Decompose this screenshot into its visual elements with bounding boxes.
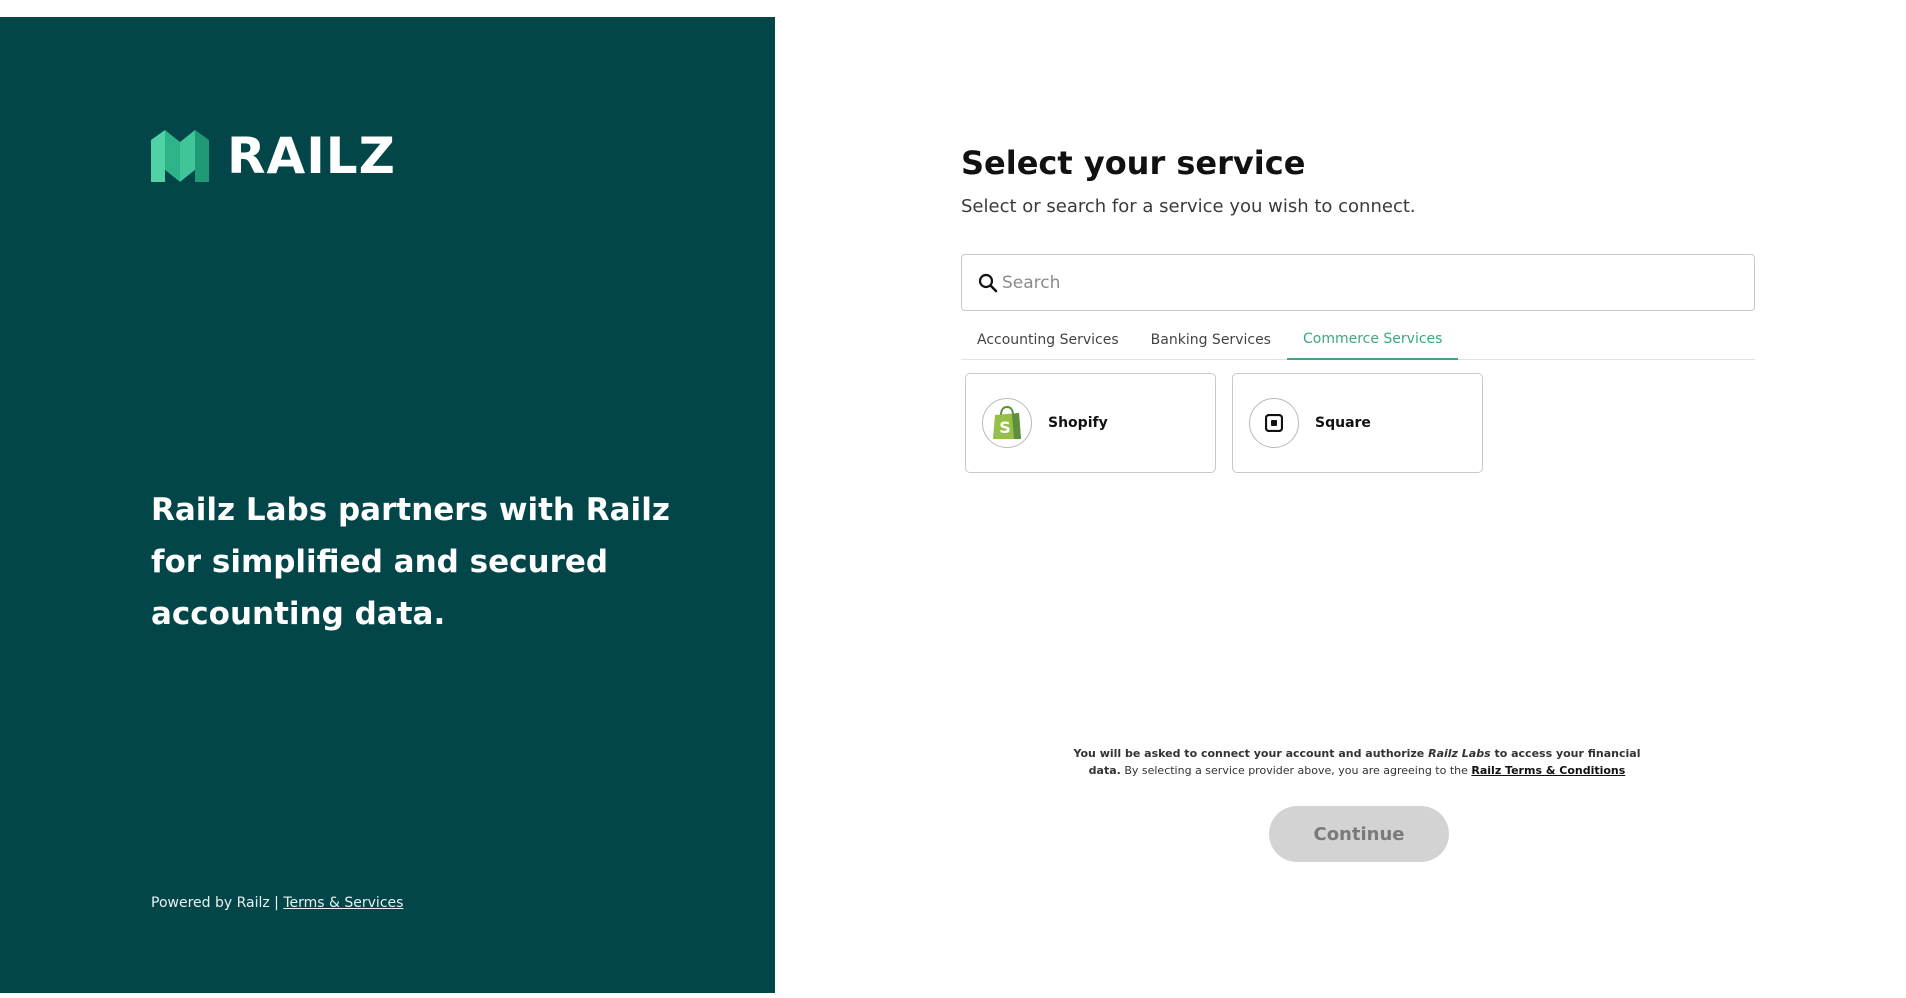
page-title: Select your service [961, 144, 1306, 182]
railz-logo: RAILZ [151, 130, 396, 182]
disclaimer-company: Railz Labs [1428, 747, 1491, 760]
svg-text:S: S [999, 418, 1011, 437]
continue-button[interactable]: Continue [1269, 806, 1449, 862]
page-subtitle: Select or search for a service you wish … [961, 196, 1416, 217]
search-box[interactable] [961, 254, 1755, 311]
tab-banking-services[interactable]: Banking Services [1135, 320, 1287, 360]
search-icon [978, 273, 998, 292]
service-card-shopify[interactable]: S Shopify [965, 373, 1216, 473]
terms-services-link[interactable]: Terms & Services [283, 895, 403, 911]
service-card-square[interactable]: Square [1232, 373, 1483, 473]
square-icon-wrapper [1249, 398, 1299, 448]
shopify-bag-icon: S [993, 406, 1021, 439]
service-selector: Select your service Select or search for… [961, 0, 1755, 998]
powered-by-text: Powered by Railz | [151, 895, 284, 911]
consent-disclaimer: You will be asked to connect your accoun… [1057, 745, 1657, 779]
shopify-icon: S [982, 398, 1032, 448]
brand-panel: RAILZ Railz Labs partners with Railz for… [0, 17, 775, 993]
tab-accounting-services[interactable]: Accounting Services [961, 320, 1135, 360]
service-tabs: Accounting Services Banking Services Com… [961, 320, 1755, 360]
railz-logo-icon [151, 130, 209, 182]
disclaimer-part3: By selecting a service provider above, y… [1120, 764, 1472, 777]
railz-terms-link[interactable]: Railz Terms & Conditions [1471, 764, 1625, 777]
disclaimer-part1: You will be asked to connect your accoun… [1073, 747, 1429, 760]
service-label: Square [1315, 415, 1371, 431]
tagline: Railz Labs partners with Railz for simpl… [151, 492, 670, 632]
logo-text: RAILZ [227, 127, 396, 185]
tab-commerce-services[interactable]: Commerce Services [1286, 320, 1459, 360]
square-icon [1265, 414, 1283, 432]
service-label: Shopify [1048, 415, 1108, 431]
powered-by: Powered by Railz | Terms & Services [151, 895, 403, 911]
service-list: S Shopify Square [965, 373, 1483, 473]
search-input[interactable] [1002, 272, 1702, 293]
